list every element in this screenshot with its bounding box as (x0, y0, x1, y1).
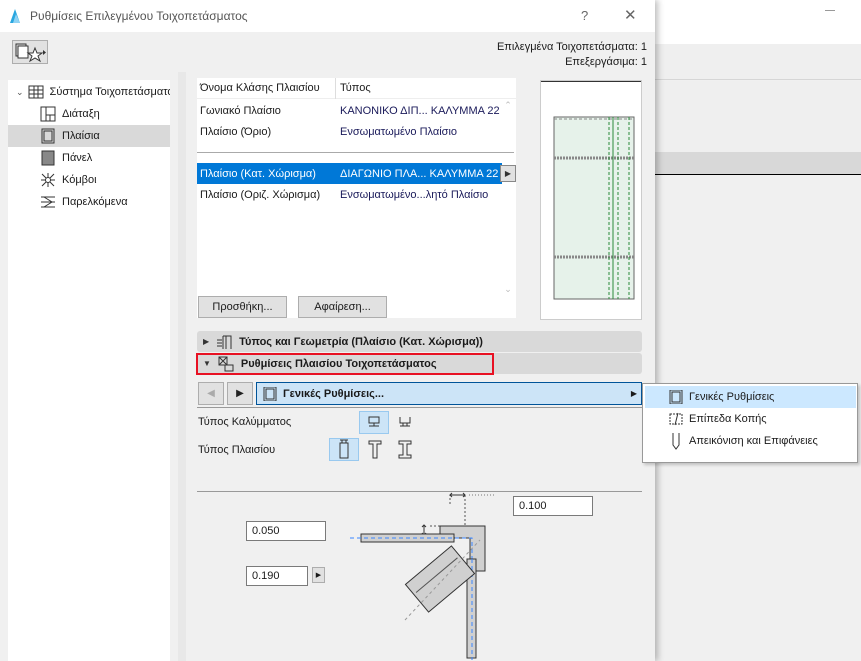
list-scrollbar[interactable]: ⌃ ⌄ (500, 100, 516, 295)
tree-item-layout[interactable]: Διάταξη (8, 103, 170, 125)
cell-type: Ενσωματωμένο Πλαίσιο (340, 125, 458, 138)
chevron-right-icon: ▶ (203, 337, 210, 346)
tree-item-label: Πάνελ (62, 152, 93, 164)
list-header: Όνομα Κλάσης Πλαισίου Τύπος (197, 78, 516, 99)
frame-type-t-icon (368, 440, 382, 459)
section-type-geometry[interactable]: ▶ Τύπος και Γεωμετρία (Πλαίσιο (Κατ. Χώρ… (197, 331, 642, 352)
frame-icon (41, 128, 55, 144)
minimize-icon[interactable] (825, 10, 835, 11)
frame-width-input[interactable]: 0.100 (513, 496, 593, 516)
frame-type-label: Τύπος Πλαισίου (198, 444, 276, 456)
tree-item-label: Διάταξη (62, 108, 100, 120)
cell-name: Πλαίσιο (Όριο) (200, 125, 272, 138)
divider (197, 407, 642, 408)
cell-type: Ενσωματωμένο...λητό Πλαίσιο (340, 188, 489, 201)
table-row[interactable]: Γωνιακό Πλαίσιο ΚΑΝΟΝΙΚΟ ΔΙΠ... ΚΑΛΥΜΜΑ 2… (197, 100, 516, 121)
table-row-selected[interactable]: Πλαίσιο (Κατ. Χώρισμα) ΔΙΑΓΩΝΙΟ ΠΛΑ... ΚΑ… (197, 163, 516, 184)
offset-input[interactable]: 0.050 (246, 521, 326, 541)
page-selector-dropdown[interactable]: Γενικές Ρυθμίσεις... ▶ (256, 382, 642, 405)
section-title: Τύπος και Γεωμετρία (Πλαίσιο (Κατ. Χώρισ… (239, 335, 483, 348)
cut-plane-icon (669, 412, 683, 426)
section-frame-settings[interactable]: ▼ Ρυθμίσεις Πλαισίου Τοιχοπετάσματος (196, 353, 642, 375)
favorites-icon (15, 43, 46, 63)
tree-item-accessories[interactable]: Παρελκόμενα (8, 191, 170, 213)
page-selector-value: Γενικές Ρυθμίσεις... (283, 387, 385, 400)
menu-item-display-surfaces[interactable]: Απεικόνιση και Επιφάνειες (645, 430, 856, 452)
junction-icon (41, 173, 55, 187)
column-header-type[interactable]: Τύπος (340, 82, 371, 94)
tree-item-junctions[interactable]: Κόμβοι (8, 169, 170, 191)
frame-preview (540, 80, 642, 320)
frame-type-option-3[interactable] (391, 438, 421, 461)
favorites-button[interactable] (12, 40, 48, 64)
cap-type-option-2[interactable] (391, 411, 421, 434)
list-divider (197, 152, 514, 153)
tree-item-label: Κόμβοι (62, 174, 97, 186)
curtain-wall-preview-drawing (541, 80, 641, 300)
frame-type-i-icon (398, 440, 412, 459)
panel-icon (41, 150, 55, 166)
cell-name: Πλαίσιο (Κατ. Χώρισμα) (200, 167, 316, 180)
tree-item-frames[interactable]: Πλαίσια (8, 125, 170, 147)
menu-item-cut-planes[interactable]: Επίπεδα Κοπής (645, 408, 856, 430)
tree-item-label: Πλαίσια (62, 130, 100, 142)
frame-type-option-2[interactable] (361, 438, 391, 461)
tree-item-label: Παρελκόμενα (62, 196, 128, 208)
close-button[interactable]: ✕ (624, 6, 637, 24)
page-dropdown-menu: Γενικές Ρυθμίσεις Επίπεδα Κοπής Απεικόνι… (642, 383, 858, 463)
remove-button[interactable]: Αφαίρεση... (298, 296, 387, 318)
editable-count: Επεξεργάσιμα: 1 (565, 56, 647, 68)
app-logo-icon (10, 9, 20, 23)
dialog-title: Ρυθμίσεις Επιλεγμένου Τοιχοπετάσματος (30, 9, 248, 23)
next-page-button[interactable]: ▶ (227, 382, 253, 405)
splitter[interactable] (178, 72, 186, 661)
depth-options-button[interactable]: ▶ (312, 567, 325, 583)
tree-root-label: Σύστημα Τοιχοπετάσματος (49, 86, 170, 98)
cell-name: Πλαίσιο (Οριζ. Χώρισμα) (200, 188, 321, 201)
curtain-wall-settings-dialog: Ρυθμίσεις Επιλεγμένου Τοιχοπετάσματος ? … (0, 0, 655, 661)
frame-class-list: Όνομα Κλάσης Πλαισίου Τύπος Γωνιακό Πλαί… (197, 78, 516, 318)
menu-item-label: Γενικές Ρυθμίσεις (689, 391, 775, 403)
curtain-wall-icon (28, 85, 44, 99)
add-button[interactable]: Προσθήκη... (198, 296, 287, 318)
cell-name: Γωνιακό Πλαίσιο (200, 104, 281, 117)
tree-root-curtain-wall-system[interactable]: ⌄ Σύστημα Τοιχοπετάσματος (8, 81, 170, 103)
cap-type-option-1[interactable] (359, 411, 389, 434)
menu-item-label: Επίπεδα Κοπής (689, 413, 767, 425)
accessory-icon (41, 196, 55, 208)
previous-page-button[interactable]: ◀ (198, 382, 224, 405)
type-geometry-icon (217, 335, 232, 349)
selected-count: Επιλεγμένα Τοιχοπετάσματα: 1 (496, 41, 647, 53)
chevron-right-icon: ▶ (630, 389, 637, 398)
pen-icon (672, 433, 680, 450)
frame-type-option-1[interactable] (329, 438, 359, 461)
cap-type-2-icon (399, 417, 411, 427)
highlight-box (196, 353, 494, 375)
help-button[interactable]: ? (581, 8, 588, 23)
tree-item-panel[interactable]: Πάνελ (8, 147, 170, 169)
table-row[interactable]: Πλαίσιο (Οριζ. Χώρισμα) Ενσωματωμένο...λη… (197, 184, 516, 205)
column-header-name[interactable]: Όνομα Κλάσης Πλαισίου (200, 82, 320, 94)
cap-type-1-icon (368, 416, 380, 427)
title-bar: Ρυθμίσεις Επιλεγμένου Τοιχοπετάσματος ? … (0, 0, 655, 32)
chevron-down-icon[interactable]: ⌄ (16, 87, 24, 98)
frame-icon (263, 386, 277, 401)
frame-geometry-diagram (350, 492, 495, 660)
layout-icon (40, 106, 56, 122)
cell-type: ΚΑΝΟΝΙΚΟ ΔΙΠ... ΚΑΛΥΜΜΑ 22 (340, 104, 500, 117)
menu-item-label: Απεικόνιση και Επιφάνειες (689, 435, 818, 447)
cell-type: ΔΙΑΓΩΝΙΟ ΠΛΑ... ΚΑΛΥΜΜΑ 22 (340, 167, 499, 180)
depth-input[interactable]: 0.190 (246, 566, 308, 586)
background-application (655, 0, 861, 661)
table-row[interactable]: Πλαίσιο (Όριο) Ενσωματωμένο Πλαίσιο (197, 121, 516, 142)
menu-item-general-settings[interactable]: Γενικές Ρυθμίσεις (645, 386, 856, 408)
frame-type-box-icon (339, 439, 349, 459)
cap-type-label: Τύπος Καλύμματος (198, 416, 292, 428)
frame-icon (669, 390, 683, 404)
